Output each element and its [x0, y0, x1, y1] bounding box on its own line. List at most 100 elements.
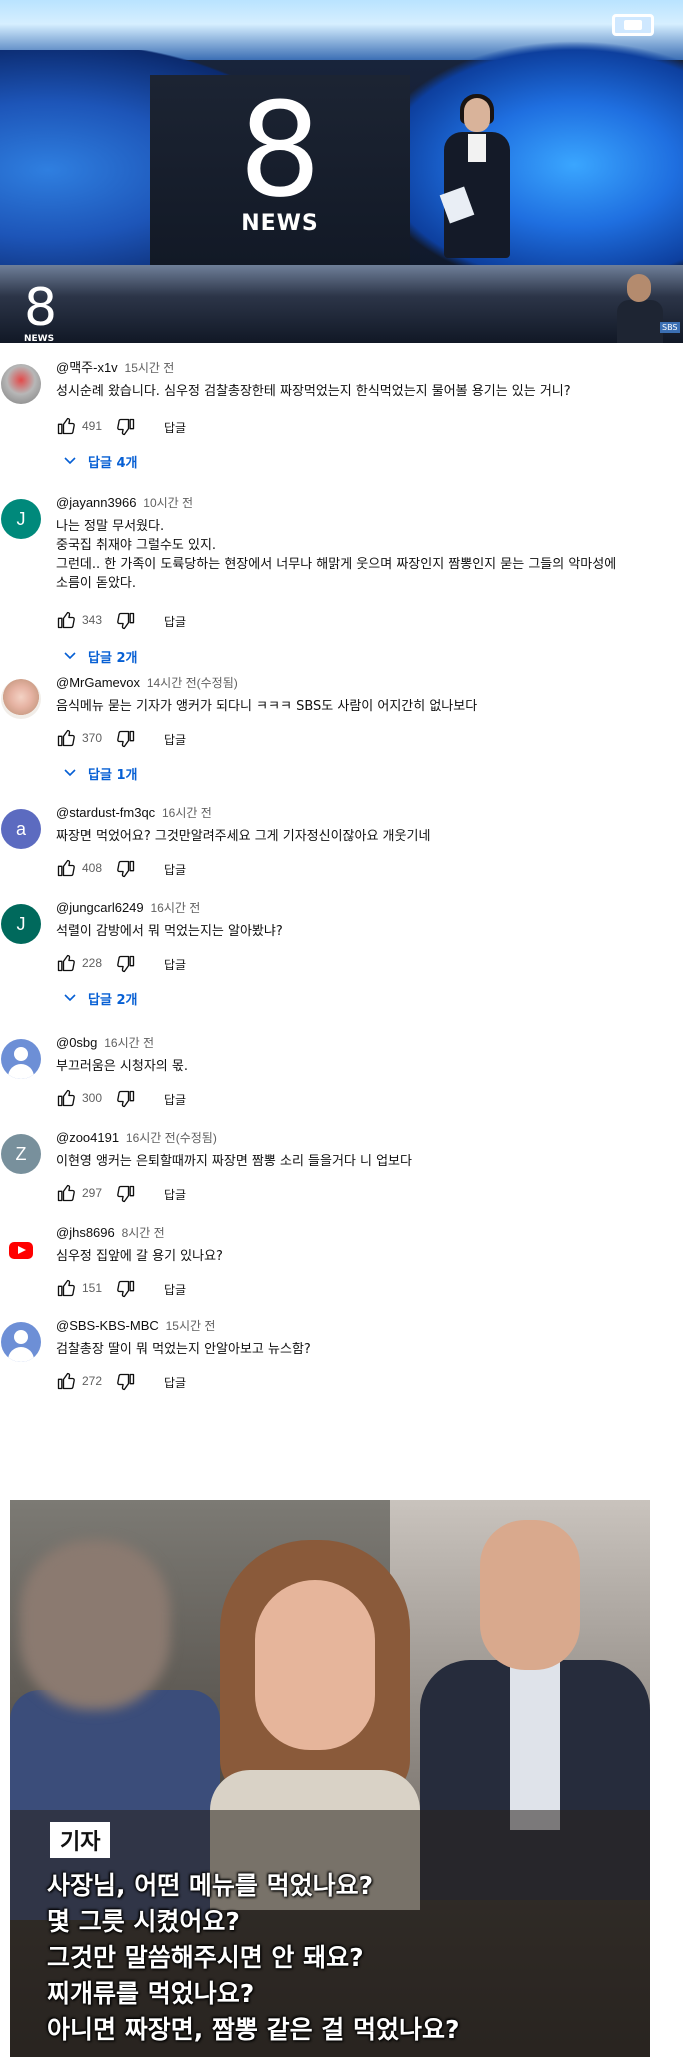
comment-actions: 370 답글 [56, 728, 356, 752]
comment-actions: 272 답글 [56, 1371, 356, 1395]
like-count: 408 [82, 861, 103, 875]
replies-toggle[interactable]: 답글 1개 [56, 762, 216, 786]
comment-time[interactable]: 16시간 전 [104, 1036, 154, 1050]
like-icon[interactable] [56, 610, 76, 630]
logo-digit: 8 [238, 74, 322, 226]
comment-text: 석렬이 감방에서 뭐 먹었는지는 알아봤냐? [56, 924, 283, 939]
caption-line: 사장님, 어떤 메뉴를 먹었나요? [47, 1871, 374, 1900]
reply-button[interactable]: 답글 [164, 419, 186, 436]
news-logo: 8 NEWS [210, 85, 350, 236]
corner-person [615, 268, 665, 343]
like-icon[interactable] [56, 858, 76, 878]
avatar[interactable]: J [1, 904, 41, 944]
comment-time[interactable]: 16시간 전 [162, 806, 212, 820]
replies-toggle[interactable]: 답글 2개 [56, 645, 216, 669]
reply-button[interactable]: 답글 [164, 1281, 186, 1298]
comment-author[interactable]: @zoo4191 [56, 1130, 119, 1145]
caption-line: 찌개류를 먹었나요? [47, 1979, 255, 2008]
like-icon[interactable] [56, 416, 76, 436]
comment-item: @0sbg 16시간 전 부끄러움은 시청자의 몫. 300 답글 [0, 1035, 699, 1115]
caption-line: 그것만 말씀해주시면 안 돼요? [47, 1943, 364, 1972]
dislike-icon[interactable] [116, 1089, 136, 1109]
comment-author[interactable]: @MrGamevox [56, 675, 140, 690]
screen-icon [612, 14, 654, 36]
avatar[interactable]: a [1, 809, 41, 849]
dislike-icon[interactable] [116, 859, 136, 879]
comment-actions: 408 답글 [56, 858, 356, 882]
like-count: 370 [82, 731, 103, 745]
dislike-icon[interactable] [116, 1372, 136, 1392]
replies-toggle[interactable]: 답글 4개 [56, 450, 216, 474]
like-icon[interactable] [56, 1183, 76, 1203]
reply-button[interactable]: 답글 [164, 956, 186, 973]
avatar[interactable] [1, 679, 41, 719]
comment-item: J @jungcarl6249 16시간 전 석렬이 감방에서 뭐 먹었는지는 … [0, 900, 699, 1020]
avatar[interactable] [1, 1322, 41, 1362]
comment-item: a @stardust-fm3qc 16시간 전 짜장면 먹었어요? 그것만알려… [0, 805, 699, 885]
comment-actions: 151 답글 [56, 1278, 356, 1302]
like-count: 491 [82, 419, 103, 433]
chevron-down-icon [62, 989, 78, 1005]
comment-time[interactable]: 15시간 전 [166, 1319, 216, 1333]
comment-item: @SBS-KBS-MBC 15시간 전 검찰총장 딸이 뭐 먹었는지 안알아보고… [0, 1318, 699, 1398]
comment-text: 이현영 앵커는 은퇴할때까지 짜장면 짬뽕 소리 들을거다 니 업보다 [56, 1154, 412, 1169]
comment-time[interactable]: 15시간 전 [125, 361, 175, 375]
replies-count: 답글 4개 [88, 456, 138, 471]
comment-item: @jhs8696 8시간 전 심우정 집앞에 갈 용기 있나요? 151 답글 [0, 1225, 699, 1305]
reply-button[interactable]: 답글 [164, 861, 186, 878]
logo-word: NEWS [241, 211, 319, 236]
comment-time[interactable]: 16시간 전(수정됨) [126, 1131, 217, 1145]
reply-button[interactable]: 답글 [164, 1091, 186, 1108]
caption-line: 몇 그릇 시켰어요? [47, 1907, 240, 1936]
comment-text: 나는 정말 무서웠다. 중국집 취재야 그럴수도 있지. 그런데.. 한 가족이… [56, 519, 617, 591]
reply-button[interactable]: 답글 [164, 731, 186, 748]
reply-button[interactable]: 답글 [164, 1186, 186, 1203]
comment-time[interactable]: 14시간 전(수정됨) [147, 676, 238, 690]
avatar[interactable] [1, 364, 41, 404]
dislike-icon[interactable] [116, 611, 136, 631]
comment-actions: 343 답글 [56, 610, 356, 634]
replies-toggle[interactable]: 답글 2개 [56, 987, 216, 1011]
comment-author[interactable]: @jhs8696 [56, 1225, 115, 1240]
like-count: 272 [82, 1374, 103, 1388]
like-icon[interactable] [56, 1278, 76, 1298]
news-capture-image: 기자 사장님, 어떤 메뉴를 먹었나요? 몇 그릇 시켰어요? 그것만 말씀해주… [10, 1500, 650, 2057]
caption-line: 아니면 짜장면, 짬뽕 같은 걸 먹었나요? [47, 2015, 460, 2044]
comment-author[interactable]: @SBS-KBS-MBC [56, 1318, 159, 1333]
comment-author[interactable]: @stardust-fm3qc [56, 805, 155, 820]
dislike-icon[interactable] [116, 417, 136, 437]
chevron-down-icon [62, 647, 78, 663]
like-count: 228 [82, 956, 103, 970]
comment-time[interactable]: 8시간 전 [122, 1226, 165, 1240]
avatar[interactable] [1, 1229, 41, 1269]
comment-time[interactable]: 10시간 전 [143, 496, 193, 510]
comment-text: 심우정 집앞에 갈 용기 있나요? [56, 1249, 223, 1264]
comment-actions: 300 답글 [56, 1088, 356, 1112]
dislike-icon[interactable] [116, 729, 136, 749]
dislike-icon[interactable] [116, 1279, 136, 1299]
reply-button[interactable]: 답글 [164, 613, 186, 630]
comment-actions: 228 답글 [56, 953, 356, 977]
like-count: 343 [82, 613, 103, 627]
like-icon[interactable] [56, 728, 76, 748]
caption-speaker-tag: 기자 [50, 1822, 111, 1858]
avatar[interactable] [1, 1039, 41, 1079]
studio-floor [0, 265, 683, 343]
like-icon[interactable] [56, 1088, 76, 1108]
news-logo-small: 8 NEWS [24, 278, 58, 343]
comment-author[interactable]: @jayann3966 [56, 495, 136, 510]
avatar[interactable]: J [1, 499, 41, 539]
comment-time[interactable]: 16시간 전 [150, 901, 200, 915]
like-icon[interactable] [56, 953, 76, 973]
dislike-icon[interactable] [116, 954, 136, 974]
comment-author[interactable]: @0sbg [56, 1035, 97, 1050]
like-icon[interactable] [56, 1371, 76, 1391]
like-count: 151 [82, 1281, 103, 1295]
comment-text: 부끄러움은 시청자의 몫. [56, 1059, 188, 1074]
replies-count: 답글 1개 [88, 768, 138, 783]
avatar[interactable]: Z [1, 1134, 41, 1174]
dislike-icon[interactable] [116, 1184, 136, 1204]
reply-button[interactable]: 답글 [164, 1374, 186, 1391]
comment-author[interactable]: @jungcarl6249 [56, 900, 144, 915]
comment-author[interactable]: @맥주-x1v [56, 360, 118, 375]
